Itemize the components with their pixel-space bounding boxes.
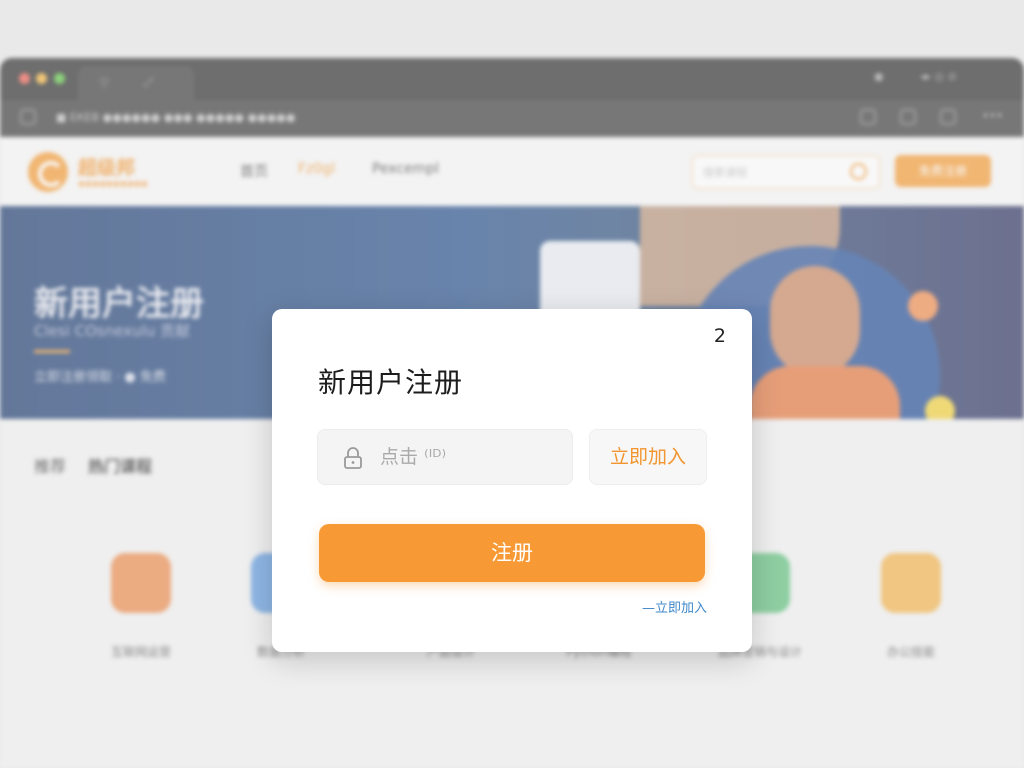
- register-dialog: 2 新用户注册 立即加入 注册 —立即加入: [272, 309, 752, 652]
- close-button[interactable]: 2: [714, 325, 726, 347]
- lock-icon: [344, 447, 362, 469]
- code-input[interactable]: [380, 442, 560, 472]
- code-input-field[interactable]: [317, 429, 573, 485]
- join-now-button[interactable]: 立即加入: [589, 429, 707, 485]
- dialog-title: 新用户注册: [318, 366, 464, 399]
- register-button[interactable]: 注册: [319, 524, 705, 582]
- join-now-link[interactable]: —立即加入: [642, 597, 707, 616]
